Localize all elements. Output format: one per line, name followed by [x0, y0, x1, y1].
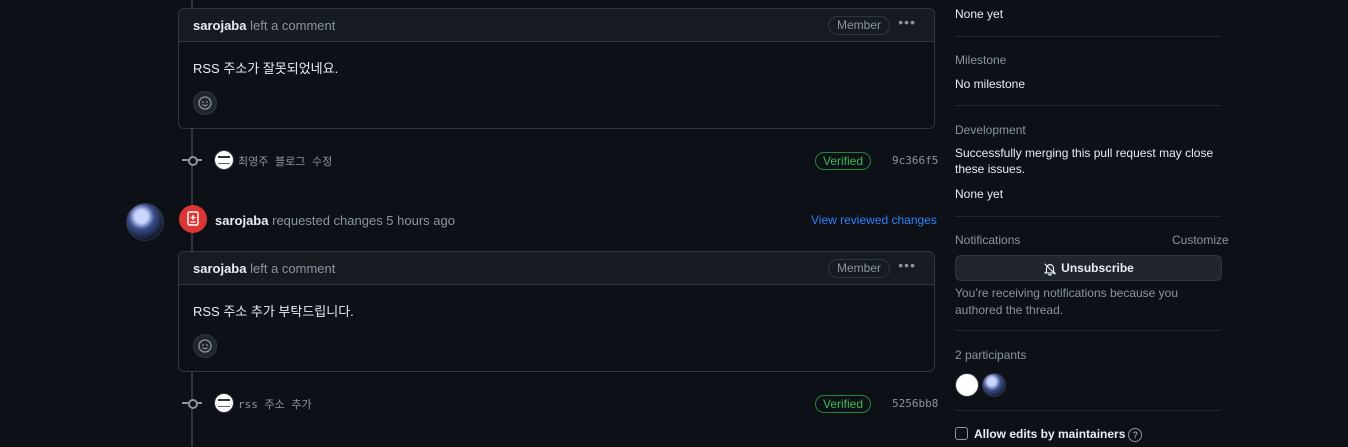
- commit-message[interactable]: 최영주 블로그 수정: [238, 153, 332, 169]
- verified-badge[interactable]: Verified: [815, 395, 872, 413]
- verified-badge[interactable]: Verified: [815, 152, 872, 170]
- allow-edits-text: Allow edits by maintainers: [974, 427, 1126, 441]
- participant-avatar[interactable]: [955, 373, 979, 397]
- bell-slash-icon: [1043, 263, 1057, 276]
- add-reaction-icon[interactable]: [193, 91, 217, 115]
- avatar[interactable]: [214, 150, 234, 170]
- view-reviewed-changes-link[interactable]: View reviewed changes: [811, 213, 937, 227]
- unsubscribe-button[interactable]: Unsubscribe: [955, 255, 1222, 281]
- participants-heading: 2 participants: [955, 348, 1027, 362]
- divider: [955, 216, 1221, 217]
- comment-card: sarojaba left a comment Member ••• RSS 주…: [178, 251, 935, 372]
- avatar[interactable]: [214, 393, 234, 413]
- avatar[interactable]: [126, 203, 164, 241]
- development-heading[interactable]: Development: [955, 123, 1221, 137]
- commit-icon: [182, 154, 202, 166]
- kebab-menu-icon[interactable]: •••: [898, 257, 916, 273]
- comment-author[interactable]: sarojaba left a comment: [193, 261, 335, 276]
- notifications-note: You’re receiving notifications because y…: [955, 286, 1179, 317]
- author-name[interactable]: sarojaba: [193, 261, 246, 276]
- comment-author[interactable]: sarojaba left a comment: [193, 18, 335, 33]
- participant-avatar[interactable]: [982, 373, 1006, 397]
- comment-body: RSS 주소 추가 부탁드립니다.: [193, 304, 354, 319]
- milestone-value: No milestone: [955, 77, 1026, 91]
- development-value: None yet: [955, 187, 1004, 201]
- comment-header: sarojaba left a comment Member •••: [179, 9, 934, 42]
- commit-icon: [182, 397, 202, 409]
- request-changes-icon: [179, 205, 207, 233]
- review-action: requested changes 5 hours ago: [272, 213, 455, 228]
- author-name[interactable]: sarojaba: [193, 18, 246, 33]
- comment-action: left a comment: [250, 18, 336, 33]
- linked-value: None yet: [955, 7, 1004, 21]
- add-reaction-icon[interactable]: [193, 334, 217, 358]
- member-badge: Member: [827, 259, 890, 278]
- commit-message[interactable]: rss 주소 추가: [238, 396, 312, 412]
- development-text: Successfully merging this pull request m…: [955, 146, 1214, 176]
- comment-action: left a comment: [250, 261, 336, 276]
- milestone-heading[interactable]: Milestone: [955, 53, 1221, 67]
- allow-edits-checkbox[interactable]: [955, 427, 968, 440]
- review-summary: sarojaba requested changes 5 hours ago: [215, 213, 455, 228]
- comment-body: RSS 주소가 잘못되었네요.: [193, 61, 339, 76]
- divider: [955, 105, 1221, 106]
- divider: [955, 410, 1221, 411]
- customize-link[interactable]: Customize: [1172, 233, 1229, 247]
- unsubscribe-label: Unsubscribe: [1061, 261, 1134, 275]
- comment-header: sarojaba left a comment Member •••: [179, 252, 934, 285]
- comment-card: sarojaba left a comment Member ••• RSS 주…: [178, 8, 935, 129]
- kebab-menu-icon[interactable]: •••: [898, 14, 916, 30]
- author-name[interactable]: sarojaba: [215, 213, 268, 228]
- allow-edits-label[interactable]: Allow edits by maintainers?: [974, 427, 1143, 442]
- divider: [955, 36, 1221, 37]
- divider: [955, 330, 1221, 331]
- commit-sha[interactable]: 5256bb8: [892, 397, 938, 410]
- member-badge: Member: [827, 16, 890, 35]
- commit-sha[interactable]: 9c366f5: [892, 154, 938, 167]
- help-icon[interactable]: ?: [1128, 427, 1143, 442]
